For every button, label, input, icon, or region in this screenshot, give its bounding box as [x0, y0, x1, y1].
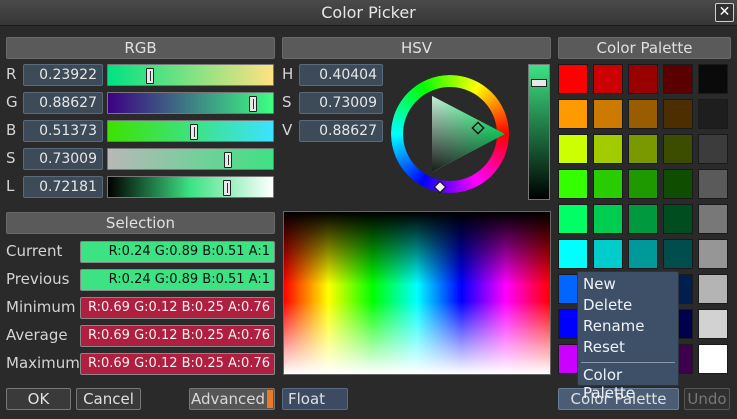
hsv-value-field[interactable]: 0.73009 [299, 92, 383, 114]
palette-swatch[interactable] [593, 169, 623, 199]
value-slider[interactable] [528, 64, 550, 200]
undo-button[interactable]: Undo [684, 388, 730, 410]
menu-item-delete[interactable]: Delete [583, 296, 632, 314]
rgb-value-field[interactable]: 0.73009 [23, 148, 103, 170]
hue-marker[interactable] [433, 180, 447, 194]
selection-color-field[interactable]: R:0.69 G:0.12 B:0.25 A:0.76 [80, 297, 275, 319]
rgb-slider[interactable] [107, 92, 274, 114]
palette-swatch[interactable] [698, 169, 728, 199]
menu-item-rename[interactable]: Rename [583, 317, 645, 335]
selection-color-field[interactable]: R:0.69 G:0.12 B:0.25 A:0.76 [80, 353, 275, 375]
menu-item-new[interactable]: New [583, 275, 616, 293]
selection-color-field[interactable]: R:0.69 G:0.12 B:0.25 A:0.76 [80, 325, 275, 347]
rgb-row-label: S [6, 149, 16, 167]
palette-swatch[interactable] [558, 99, 588, 129]
window-title: Color Picker [321, 3, 416, 22]
advanced-indicator [267, 390, 273, 408]
hsv-row-label: H [282, 65, 294, 83]
float-button[interactable]: Float [282, 388, 348, 410]
palette-swatch[interactable] [628, 204, 658, 234]
palette-swatch[interactable] [593, 134, 623, 164]
rgb-slider[interactable] [107, 148, 274, 170]
palette-swatch[interactable] [698, 344, 728, 374]
palette-swatch[interactable] [698, 309, 728, 339]
selection-row-label: Current [6, 242, 63, 260]
palette-swatch[interactable] [628, 99, 658, 129]
palette-swatch[interactable] [593, 239, 623, 269]
title-bar: Color Picker ✕ [0, 0, 737, 26]
palette-swatch[interactable] [698, 64, 728, 94]
advanced-button[interactable]: Advanced [189, 388, 275, 410]
rgb-row-label: B [6, 121, 17, 139]
selection-row-label: Average [6, 326, 68, 344]
rgb-value-field[interactable]: 0.88627 [23, 92, 103, 114]
palette-swatch[interactable] [628, 239, 658, 269]
hsv-header: HSV [282, 37, 551, 59]
hsv-value-field[interactable]: 0.40404 [299, 64, 383, 86]
value-slider-thumb[interactable] [531, 79, 547, 87]
selection-row-label: Previous [6, 270, 70, 288]
palette-swatch[interactable] [698, 239, 728, 269]
palette-swatch[interactable] [628, 64, 658, 94]
palette-swatch[interactable] [558, 169, 588, 199]
palette-swatch[interactable] [663, 99, 693, 129]
rgb-value-field[interactable]: 0.72181 [23, 176, 103, 198]
palette-swatch[interactable] [593, 64, 623, 94]
hsv-color-wheel[interactable] [391, 67, 509, 201]
palette-swatch[interactable] [558, 64, 588, 94]
spectrum-picker[interactable] [283, 211, 551, 375]
menu-item-reset[interactable]: Reset [583, 338, 625, 356]
palette-context-menu: New Delete Rename Reset Color Palette [577, 271, 679, 402]
palette-swatch[interactable] [593, 204, 623, 234]
close-button[interactable]: ✕ [715, 3, 734, 22]
palette-swatch[interactable] [698, 204, 728, 234]
palette-swatch[interactable] [663, 204, 693, 234]
rgb-value-field[interactable]: 0.23922 [23, 64, 103, 86]
ok-button[interactable]: OK [6, 388, 71, 410]
rgb-header: RGB [6, 37, 275, 59]
menu-item-color-palette[interactable]: Color Palette [583, 366, 678, 402]
palette-swatch[interactable] [698, 99, 728, 129]
hsv-row-label: S [282, 93, 292, 111]
hsv-value-field[interactable]: 0.88627 [299, 120, 383, 142]
palette-swatch[interactable] [663, 239, 693, 269]
rgb-value-field[interactable]: 0.51373 [23, 120, 103, 142]
selection-row-label: Maximum [6, 354, 80, 372]
selection-row-label: Minimum [6, 298, 76, 316]
palette-swatch[interactable] [663, 134, 693, 164]
palette-swatch[interactable] [558, 204, 588, 234]
palette-swatch[interactable] [663, 64, 693, 94]
rgb-row-label: R [6, 65, 17, 83]
palette-swatch[interactable] [558, 134, 588, 164]
rgb-slider-thumb[interactable] [190, 124, 198, 140]
selection-color-field[interactable]: R:0.24 G:0.89 B:0.51 A:1 [80, 269, 275, 291]
rgb-row-label: G [6, 93, 18, 111]
rgb-slider-thumb[interactable] [146, 68, 154, 84]
rgb-slider[interactable] [107, 120, 274, 142]
close-icon: ✕ [718, 4, 731, 20]
advanced-label: Advanced [190, 390, 266, 408]
rgb-slider-thumb[interactable] [249, 96, 257, 112]
rgb-slider-thumb[interactable] [224, 152, 232, 168]
palette-header: Color Palette [558, 37, 731, 59]
hsv-row-label: V [282, 121, 293, 139]
palette-swatch[interactable] [698, 274, 728, 304]
rgb-row-label: L [6, 177, 15, 195]
rgb-slider[interactable] [107, 176, 274, 198]
palette-swatch[interactable] [593, 99, 623, 129]
palette-swatch[interactable] [628, 169, 658, 199]
menu-separator [581, 362, 675, 363]
palette-swatch[interactable] [698, 134, 728, 164]
cancel-button[interactable]: Cancel [76, 388, 141, 410]
rgb-slider[interactable] [107, 64, 274, 86]
palette-swatch[interactable] [663, 169, 693, 199]
selection-color-field[interactable]: R:0.24 G:0.89 B:0.51 A:1 [80, 241, 275, 263]
palette-swatch[interactable] [628, 134, 658, 164]
palette-swatch[interactable] [558, 239, 588, 269]
selection-header: Selection [6, 212, 275, 234]
rgb-slider-thumb[interactable] [223, 180, 231, 196]
